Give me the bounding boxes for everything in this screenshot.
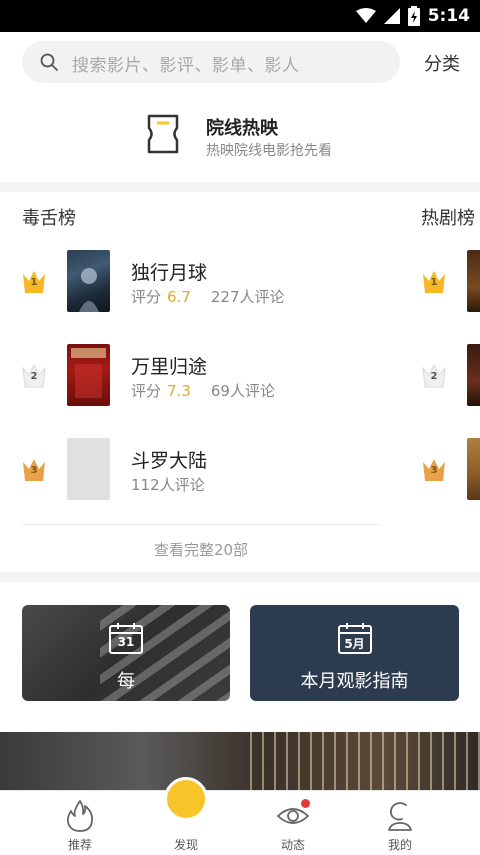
wifi-icon (355, 8, 376, 23)
rank-number: 3 (30, 465, 38, 476)
section-divider (0, 182, 480, 192)
movie-meta: 评分 6.7 227人评论 (131, 286, 285, 307)
review-count: 112人评论 (131, 476, 205, 494)
status-icons: 5:14 (355, 0, 470, 32)
ticket-icon (147, 114, 179, 154)
rank-lists: 毒舌榜 热剧榜 1 独行月球 评分 6.7 227人评论 2 万里归途 评分 7… (0, 192, 480, 572)
tab-recommend[interactable]: 推荐 (40, 791, 120, 855)
tab-discover[interactable]: 发现 (146, 777, 226, 855)
score-label: 评分 (131, 288, 162, 306)
crown-silver-icon: 2 (422, 362, 446, 388)
rank-number: 2 (30, 371, 38, 382)
movie-poster[interactable] (67, 344, 110, 406)
status-time: 5:14 (427, 6, 470, 26)
calendar-number: 31 (117, 635, 135, 649)
search-header: 搜索影片、影评、影单、影人 分类 (0, 32, 480, 94)
notification-badge (301, 799, 310, 808)
calendar-number: 5月 (344, 637, 365, 651)
movie-title: 万里归途 (131, 356, 208, 378)
tab-profile[interactable]: 我的 (360, 791, 440, 855)
rank-item[interactable]: 1 独行月球 评分 6.7 227人评论 (0, 250, 380, 312)
movie-meta: 112人评论 (131, 474, 205, 495)
profile-icon (388, 802, 412, 831)
card-label: 本月观影指南 (300, 671, 409, 692)
monthly-guide-card[interactable]: 5月 本月观影指南 (250, 605, 459, 701)
tab-label: 动态 (280, 838, 305, 852)
movie-title: 独行月球 (131, 262, 208, 284)
rank-item[interactable]: 1 (400, 250, 480, 312)
category-button[interactable]: 分类 (424, 50, 460, 76)
review-count: 69人评论 (210, 382, 275, 400)
cinema-title: 院线热映 (206, 118, 278, 139)
battery-icon (407, 6, 420, 26)
movie-title: 斗罗大陆 (131, 450, 208, 472)
search-icon (40, 53, 58, 71)
view-all-link[interactable]: 查看完整20部 (22, 539, 380, 560)
rank-number: 3 (430, 465, 438, 476)
show-poster[interactable] (467, 250, 480, 312)
rank-number: 1 (430, 277, 438, 288)
movie-poster[interactable] (67, 438, 110, 500)
cinema-entry[interactable]: 院线热映 热映院线电影抢先看 (0, 94, 480, 182)
bottom-tab-bar: 推荐 发现 动态 我的 (0, 777, 480, 855)
rank-item[interactable]: 2 万里归途 评分 7.3 69人评论 (0, 344, 380, 406)
crown-gold-icon: 1 (422, 268, 446, 294)
tab-activity[interactable]: 动态 (253, 791, 333, 855)
tab-label: 发现 (173, 838, 198, 852)
show-poster[interactable] (467, 438, 480, 500)
flame-icon (66, 800, 94, 832)
signal-icon (383, 8, 400, 24)
movie-score: 7.3 (167, 382, 191, 400)
tab-label: 推荐 (67, 838, 92, 852)
cinema-subtitle: 热映院线电影抢先看 (206, 143, 332, 159)
rank-list-title[interactable]: 热剧榜 (421, 204, 475, 230)
card-label: 每 (117, 671, 135, 692)
promo-banner[interactable] (0, 732, 480, 790)
rank-item[interactable]: 3 (400, 438, 480, 500)
show-poster[interactable] (467, 344, 480, 406)
crown-silver-icon: 2 (22, 362, 46, 388)
score-label: 评分 (131, 382, 162, 400)
search-placeholder: 搜索影片、影评、影单、影人 (72, 56, 300, 76)
daily-card[interactable]: 31 每 (22, 605, 230, 701)
rank-list-title: 毒舌榜 (22, 208, 76, 229)
rank-number: 2 (430, 371, 438, 382)
section-divider (0, 572, 480, 582)
crown-gold-icon: 1 (22, 268, 46, 294)
rank-number: 1 (30, 277, 38, 288)
discover-icon (164, 777, 208, 821)
movie-meta: 评分 7.3 69人评论 (131, 380, 275, 401)
banner-lights-decoration (250, 732, 480, 790)
movie-score: 6.7 (167, 288, 191, 306)
crown-bronze-icon: 3 (422, 456, 446, 482)
crown-bronze-icon: 3 (22, 456, 46, 482)
review-count: 227人评论 (210, 288, 285, 306)
list-divider (22, 524, 380, 525)
feature-cards: 31 每 5月 本月观影指南 (0, 582, 480, 722)
movie-poster[interactable] (67, 250, 110, 312)
rank-item[interactable]: 2 (400, 344, 480, 406)
search-input[interactable]: 搜索影片、影评、影单、影人 (22, 41, 400, 83)
status-bar: 5:14 (0, 0, 480, 32)
rank-item[interactable]: 3 斗罗大陆 112人评论 (0, 438, 380, 500)
tab-label: 我的 (387, 838, 412, 852)
